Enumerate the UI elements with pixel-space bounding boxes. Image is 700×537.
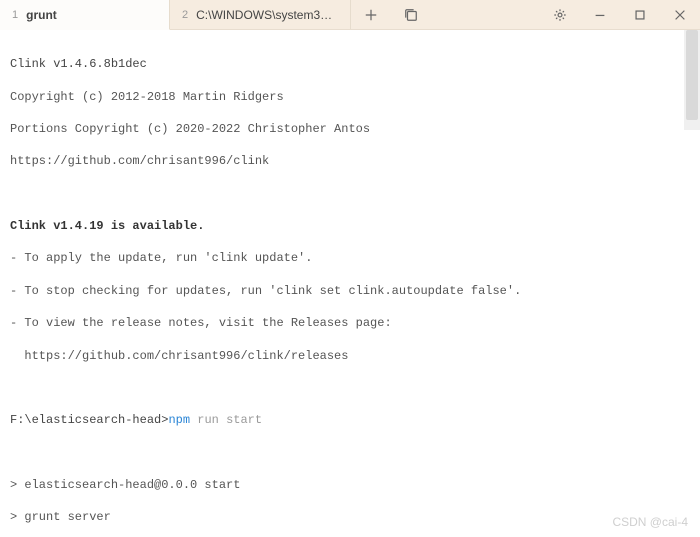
tab-1[interactable]: 1 grunt [0,0,170,30]
tab-title: grunt [26,8,57,22]
tab-index: 2 [182,9,188,21]
new-tab-button[interactable] [351,0,391,29]
npm-output-2: > grunt server [10,509,690,525]
blank-line [10,380,690,396]
prompt-path: F:\elasticsearch-head> [10,413,168,427]
update-available-header: Clink v1.4.19 is available. [10,218,690,234]
update-note-3: - To view the release notes, visit the R… [10,315,690,331]
minimize-button[interactable] [580,0,620,29]
terminal-output[interactable]: Clink v1.4.6.8b1dec Copyright (c) 2012-2… [0,30,700,537]
maximize-icon [633,8,647,22]
update-note-2: - To stop checking for updates, run 'cli… [10,283,690,299]
gear-icon [553,8,567,22]
settings-button[interactable] [540,0,580,29]
title-bar: 1 grunt 2 C:\WINDOWS\system3… [0,0,700,30]
minimize-icon [593,8,607,22]
blank-line [10,445,690,461]
clink-repo-url: https://github.com/chrisant996/clink [10,153,690,169]
tab-index: 1 [12,9,18,21]
portions-copyright-line: Portions Copyright (c) 2020-2022 Christo… [10,121,690,137]
cmd-run: run [190,413,226,427]
tab-2[interactable]: 2 C:\WINDOWS\system3… [170,0,351,29]
titlebar-spacer [431,0,540,29]
cmd-npm: npm [168,413,190,427]
cmd-start: start [226,413,262,427]
blank-line [10,186,690,202]
clink-version-line: Clink v1.4.6.8b1dec [10,56,690,72]
prompt-line: F:\elasticsearch-head>npm run start [10,412,690,428]
close-icon [673,8,687,22]
update-releases-url: https://github.com/chrisant996/clink/rel… [10,348,690,364]
tabs-overview-button[interactable] [391,0,431,29]
tabs-icon [404,8,418,22]
plus-icon [364,8,378,22]
scrollbar-thumb[interactable] [686,30,698,120]
close-button[interactable] [660,0,700,29]
maximize-button[interactable] [620,0,660,29]
tab-title: C:\WINDOWS\system3… [196,8,332,22]
npm-output-1: > elasticsearch-head@0.0.0 start [10,477,690,493]
watermark: CSDN @cai-4 [612,515,688,529]
vertical-scrollbar[interactable] [684,30,700,130]
copyright-line: Copyright (c) 2012-2018 Martin Ridgers [10,89,690,105]
update-note-1: - To apply the update, run 'clink update… [10,250,690,266]
